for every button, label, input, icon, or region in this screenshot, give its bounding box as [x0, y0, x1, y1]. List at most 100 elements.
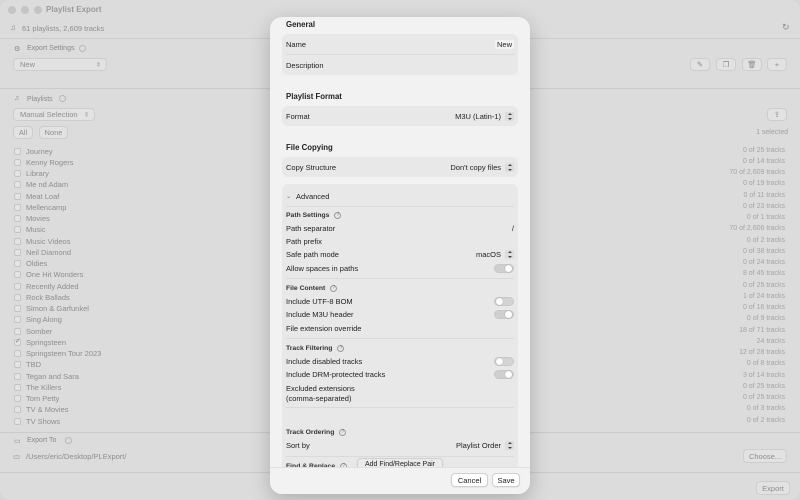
- file-copying-card: Copy Structure Don't copy files: [282, 157, 518, 177]
- extension-override-row: File extension override: [286, 323, 514, 333]
- copy-structure-popup[interactable]: Don't copy files: [450, 162, 514, 172]
- help-icon[interactable]: [65, 437, 72, 444]
- sort-by-popup[interactable]: Playlist Order: [456, 440, 514, 450]
- playlist-checkbox[interactable]: [14, 271, 21, 279]
- help-icon[interactable]: ?: [334, 211, 342, 219]
- playlist-checkbox[interactable]: [14, 417, 21, 425]
- sheet-footer: Cancel Save: [270, 467, 530, 494]
- playlist-checkbox[interactable]: [14, 406, 21, 414]
- playlist-checkbox[interactable]: [14, 170, 21, 177]
- playlist-checkbox[interactable]: [14, 327, 21, 335]
- playlist-checkbox[interactable]: [14, 395, 21, 402]
- description-field[interactable]: [374, 60, 514, 70]
- add-preset-button[interactable]: +: [767, 58, 787, 71]
- utf8-bom-toggle[interactable]: [494, 296, 514, 306]
- export-path: /Users/eric/Desktop/PLExport/: [26, 452, 127, 461]
- zoom-window-button[interactable]: [34, 6, 42, 14]
- save-button[interactable]: Save: [492, 473, 520, 487]
- playlist-track-count: 12 of 28 tracks: [739, 349, 785, 356]
- general-section-title: General: [286, 20, 316, 29]
- playlist-checkbox[interactable]: [14, 192, 21, 200]
- playlist-checkbox[interactable]: [14, 215, 21, 222]
- edit-preset-button[interactable]: ✎: [690, 58, 710, 71]
- playlist-name: Journey: [26, 146, 53, 156]
- name-field[interactable]: New: [494, 39, 514, 49]
- select-none-button[interactable]: None: [39, 126, 68, 139]
- delete-preset-button[interactable]: 🗑: [742, 58, 762, 71]
- help-icon[interactable]: [79, 45, 86, 52]
- playlist-checkbox[interactable]: [14, 237, 21, 245]
- playlist-name: Mellencamp: [26, 202, 67, 212]
- help-icon[interactable]: ?: [339, 428, 347, 436]
- safe-path-mode-popup[interactable]: macOS: [476, 249, 514, 259]
- drm-tracks-label: Include DRM-protected tracks: [286, 369, 386, 379]
- playlist-checkbox[interactable]: [14, 350, 21, 357]
- disabled-tracks-label: Include disabled tracks: [286, 356, 363, 366]
- playlist-checkbox[interactable]: [14, 361, 21, 369]
- excluded-extensions-sub-row: (comma-separated): [286, 393, 514, 403]
- drm-tracks-toggle[interactable]: [494, 369, 514, 379]
- playlist-checkbox[interactable]: [14, 260, 21, 267]
- extension-override-field[interactable]: [454, 323, 514, 333]
- chevron-updown-icon: ⇕: [95, 62, 101, 68]
- playlist-checkbox[interactable]: [14, 226, 21, 234]
- playlist-icon: ♫: [14, 95, 20, 102]
- cancel-button[interactable]: Cancel: [451, 473, 488, 487]
- playlist-checkbox[interactable]: [14, 293, 21, 301]
- playlist-track-count: 0 of 25 tracks: [742, 146, 785, 154]
- m3u-header-toggle[interactable]: [494, 309, 514, 319]
- excluded-extensions-label: Excluded extensions: [286, 383, 355, 393]
- playlist-checkbox[interactable]: [14, 316, 21, 324]
- duplicate-preset-button[interactable]: ❐: [716, 58, 736, 71]
- excluded-extensions-field[interactable]: [444, 383, 514, 393]
- gear-icon: ⚙: [14, 46, 21, 53]
- playlist-name: TBD: [26, 360, 41, 370]
- advanced-disclosure[interactable]: ⌄ Advanced: [286, 191, 514, 201]
- playlist-checkbox[interactable]: [14, 282, 21, 290]
- playlist-checkbox[interactable]: [14, 181, 21, 189]
- path-settings-heading: Path Settings ?: [286, 210, 342, 220]
- library-summary: 61 playlists, 2,609 tracks: [22, 24, 105, 33]
- preset-select[interactable]: New ⇕: [13, 58, 107, 71]
- playlist-checkbox[interactable]: [14, 147, 21, 155]
- selection-mode-select[interactable]: Manual Selection ⇕: [13, 108, 95, 121]
- sort-by-row: Sort by Playlist Order: [286, 440, 514, 450]
- export-button[interactable]: Export: [756, 481, 790, 495]
- playlist-checkbox[interactable]: [14, 337, 21, 346]
- playlist-name: Movies: [26, 214, 50, 223]
- format-value: M3U (Latin-1): [455, 111, 501, 121]
- playlist-checkbox[interactable]: [14, 383, 21, 391]
- allow-spaces-toggle[interactable]: [494, 263, 514, 273]
- extension-override-label: File extension override: [286, 323, 362, 333]
- folder-icon: ▭: [13, 452, 21, 461]
- path-prefix-label: Path prefix: [286, 236, 322, 246]
- help-icon[interactable]: ?: [330, 284, 338, 292]
- playlist-checkbox[interactable]: [14, 372, 21, 380]
- close-window-button[interactable]: [8, 6, 16, 14]
- divider: [286, 206, 514, 207]
- playlist-format-section-title: Playlist Format: [286, 92, 342, 101]
- playlist-checkbox[interactable]: [14, 158, 21, 166]
- playlist-checkbox[interactable]: [14, 248, 21, 256]
- path-separator-field[interactable]: /: [512, 224, 514, 233]
- description-row: Description: [286, 60, 514, 70]
- disabled-tracks-toggle[interactable]: [494, 356, 514, 366]
- minimize-window-button[interactable]: [21, 6, 29, 14]
- safe-path-mode-label: Safe path mode: [286, 249, 339, 259]
- playlist-checkbox[interactable]: [14, 305, 21, 312]
- window-title: Playlist Export: [46, 5, 102, 14]
- playlist-checkbox[interactable]: [14, 203, 21, 211]
- refresh-icon[interactable]: ↻: [782, 22, 790, 33]
- path-prefix-field[interactable]: [434, 236, 514, 246]
- playlist-name: Somber: [26, 326, 53, 336]
- plus-icon: +: [774, 60, 780, 69]
- format-popup[interactable]: M3U (Latin-1): [455, 111, 514, 121]
- help-icon[interactable]: [59, 95, 66, 102]
- select-all-button[interactable]: All: [13, 126, 33, 139]
- choose-folder-button[interactable]: Choose...: [743, 449, 787, 463]
- playlist-name: TV Shows: [26, 416, 61, 426]
- copy-structure-value: Don't copy files: [450, 162, 501, 172]
- help-icon[interactable]: ?: [337, 344, 345, 352]
- share-button[interactable]: ⇪: [767, 108, 787, 121]
- m3u-header-row: Include M3U header: [286, 309, 514, 319]
